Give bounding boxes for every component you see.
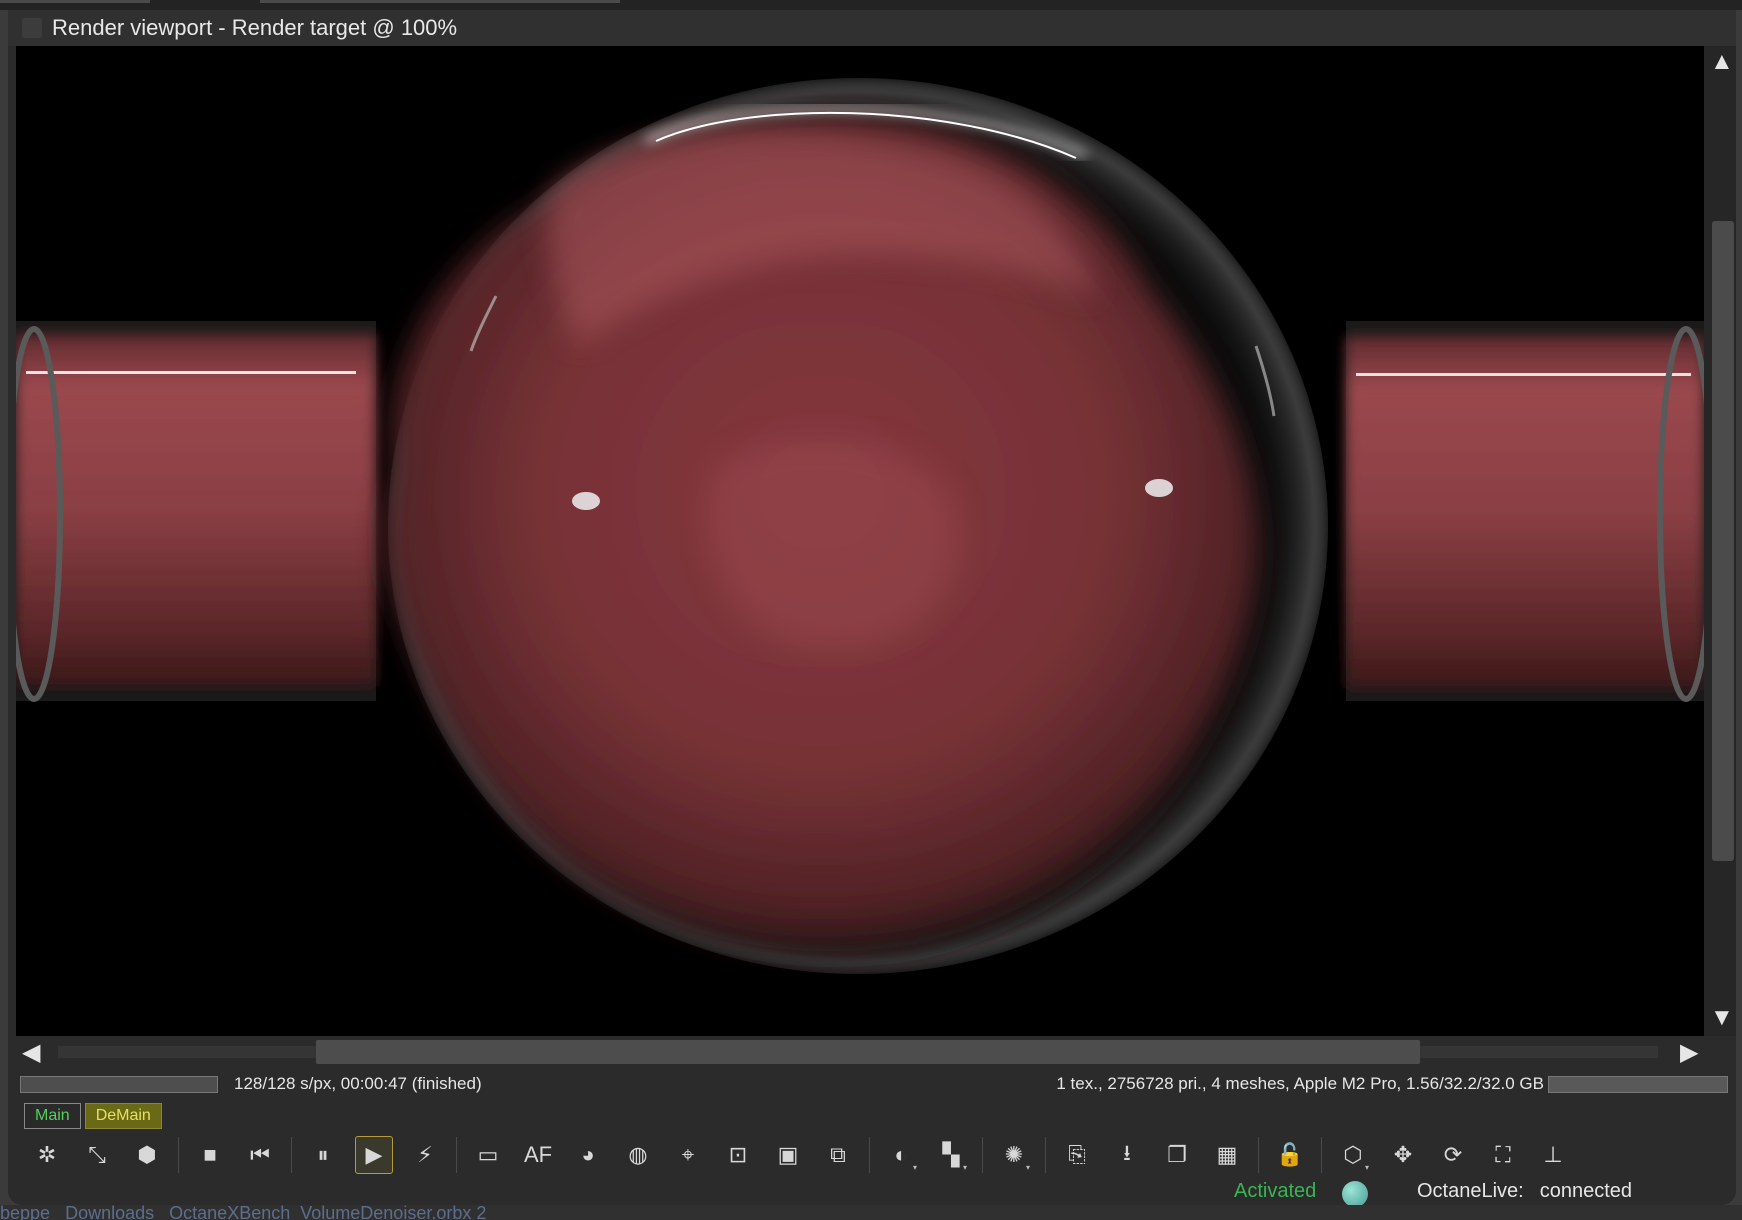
toolbar-separator [178, 1137, 179, 1173]
render-toolbar: ✲ ⤡ ⬢ ■ ⏮ ⏸ ▶ ⚡ ▭ AF ◕ ◍ ⌖ ⊡ ▣ ⧉ ◐ ▾ ▚ ▾ ✺ ▾ ⎘ ⭳ ❐ ▦ 🔓 ⬡ ▾ ✥ ⟳ ⛶ ⊥ [22, 1131, 1732, 1179]
activation-indicator-icon[interactable] [1342, 1181, 1368, 1205]
window-menu-icon[interactable] [22, 18, 42, 38]
dropdown-indicator-icon: ▾ [1364, 1163, 1369, 1172]
scroll-right-arrow-icon[interactable]: ▶ [1680, 1041, 1698, 1065]
top-strip [0, 0, 1742, 10]
start-render-icon[interactable]: ▶ [355, 1136, 393, 1174]
top-strip-segment [260, 0, 620, 3]
window-title: Render viewport - Render target @ 100% [52, 15, 458, 40]
toolbar-separator [869, 1137, 870, 1173]
object-picker-icon[interactable]: ⬢ [129, 1137, 165, 1173]
material-picker-icon[interactable]: ◍ [620, 1137, 656, 1173]
lock-viewport-icon[interactable]: 🔓 [1272, 1137, 1308, 1173]
toolbar-separator [982, 1137, 983, 1173]
world-axis-icon[interactable]: ⊥ [1535, 1137, 1571, 1173]
region-render-icon[interactable]: ⤡ [79, 1137, 115, 1173]
film-region-icon[interactable]: ⧉ [820, 1137, 856, 1173]
recenter-view-icon[interactable]: ✲ [29, 1137, 65, 1173]
render-viewport-window: Render viewport - Render target @ 100% ▲… [8, 10, 1736, 1205]
vertical-scroll-thumb[interactable] [1712, 221, 1734, 861]
alpha-background-icon[interactable]: ▦ [1209, 1137, 1245, 1173]
horizontal-scrollbar[interactable]: ◀ ▶ [16, 1036, 1704, 1070]
restart-render-icon[interactable]: ⏮ [242, 1137, 278, 1173]
horizontal-scroll-thumb[interactable] [316, 1040, 1420, 1064]
dropdown-indicator-icon: ▾ [962, 1163, 967, 1172]
display-settings-icon[interactable]: ▭ [470, 1137, 506, 1173]
render-progress-text: 128/128 s/px, 00:00:47 (finished) [234, 1074, 482, 1093]
decal-wireframe-icon[interactable]: ✺ ▾ [996, 1137, 1032, 1173]
scene-statistics: 1 tex., 2756728 pri., 4 meshes, Apple M2… [1056, 1074, 1544, 1093]
subsampling-icon[interactable]: ▚ ▾ [933, 1137, 969, 1173]
render-region-icon[interactable]: ▣ [770, 1137, 806, 1173]
pick-focus-icon[interactable]: ⌖ [670, 1137, 706, 1173]
toolbar-separator [1258, 1137, 1259, 1173]
breadcrumb-item-file[interactable]: OctaneXBench_VolumeDenoiser.orbx 2 [169, 1205, 486, 1220]
glass-sphere [384, 78, 1328, 974]
breadcrumb-item-user[interactable]: beppe [0, 1205, 50, 1220]
tab-main[interactable]: Main [24, 1103, 81, 1129]
tab-demain[interactable]: DeMain [84, 1103, 162, 1129]
breadcrumb-item-downloads[interactable]: Downloads [65, 1205, 154, 1220]
toolbar-separator [456, 1137, 457, 1173]
octane-live-status: OctaneLive: connected [1417, 1180, 1632, 1203]
viewport-footer: Activated OctaneLive: connected [8, 1179, 1736, 1205]
camera-picker-icon[interactable]: ⊡ [720, 1137, 756, 1173]
render-target-tabs: Main DeMain [24, 1103, 162, 1129]
activation-status: Activated [1234, 1180, 1317, 1202]
finder-breadcrumb: beppe Downloads OctaneXBench_VolumeDenoi… [0, 1205, 1742, 1220]
render-progress-bar [20, 1076, 218, 1093]
render-progress-fill [21, 1077, 217, 1092]
gpu-memory-bar [1548, 1076, 1728, 1093]
realtime-render-icon[interactable]: ⚡ [407, 1137, 443, 1173]
toolbar-separator [1045, 1137, 1046, 1173]
octane-live-value: connected [1539, 1180, 1633, 1202]
dropdown-indicator-icon: ▾ [912, 1163, 917, 1172]
vertical-scrollbar[interactable]: ▲ ▼ [1704, 46, 1736, 1036]
toolbar-separator [291, 1137, 292, 1173]
gizmo-move-icon[interactable]: ✥ [1385, 1137, 1421, 1173]
render-viewport[interactable] [16, 46, 1704, 1036]
rendered-image [16, 46, 1704, 1036]
glass-pipe-right [1346, 321, 1704, 702]
pause-render-icon[interactable]: ⏸ [305, 1137, 341, 1173]
toolbar-separator [1321, 1137, 1322, 1173]
save-passes-icon[interactable]: ❐ [1159, 1137, 1195, 1173]
copy-to-clipboard-icon[interactable]: ⎘ [1059, 1137, 1095, 1173]
dropdown-indicator-icon: ▾ [1025, 1163, 1030, 1172]
gizmo-select-icon[interactable]: ⬡ ▾ [1335, 1137, 1371, 1173]
octane-live-label: OctaneLive: [1417, 1180, 1524, 1202]
scroll-down-arrow-icon[interactable]: ▼ [1710, 1006, 1734, 1030]
white-balance-icon[interactable]: ◕ [570, 1137, 606, 1173]
gizmo-scale-icon[interactable]: ⛶ [1485, 1137, 1521, 1173]
render-status-bar: 128/128 s/px, 00:00:47 (finished) 1 tex.… [16, 1070, 1736, 1098]
top-strip-segment [0, 0, 150, 3]
glass-pipe-left [16, 321, 376, 702]
gizmo-rotate-icon[interactable]: ⟳ [1435, 1137, 1471, 1173]
clay-mode-icon[interactable]: ◐ ▾ [883, 1137, 919, 1173]
scroll-up-arrow-icon[interactable]: ▲ [1710, 50, 1734, 74]
save-render-icon[interactable]: ⭳ [1109, 1137, 1145, 1173]
gpu-memory-fill [1549, 1077, 1727, 1092]
stop-render-icon[interactable]: ■ [192, 1137, 228, 1173]
scroll-left-arrow-icon[interactable]: ◀ [22, 1041, 40, 1065]
title-bar: Render viewport - Render target @ 100% [8, 10, 1736, 46]
autofocus-icon[interactable]: AF [520, 1137, 556, 1173]
